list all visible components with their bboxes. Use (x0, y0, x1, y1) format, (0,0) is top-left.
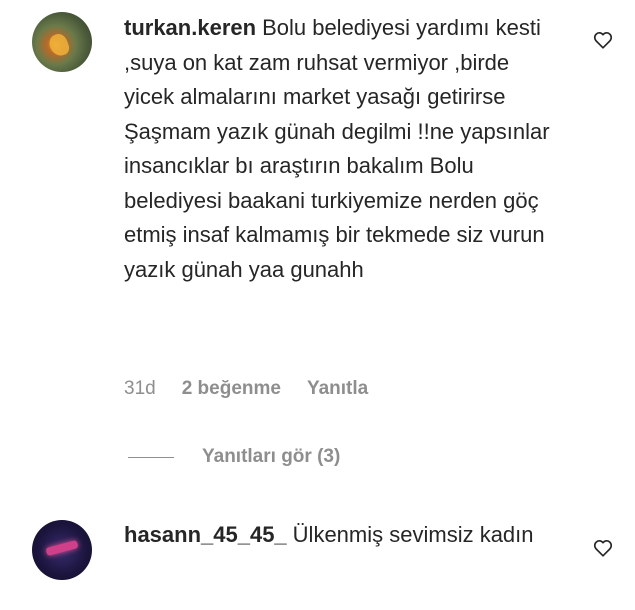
comment-text: Bolu belediyesi yardımı kesti ,suya on k… (124, 15, 550, 282)
comment-text: Ülkenmiş sevimsiz kadın (292, 522, 534, 547)
avatar-image (46, 31, 72, 59)
comment-body: hasann_45_45_ Ülkenmiş sevimsiz kadın (124, 518, 554, 553)
replies-divider (128, 456, 174, 458)
likes-count[interactable]: 2 beğenme (182, 378, 281, 400)
comment-age: 31d (124, 378, 156, 399)
comment-body: turkan.keren Bolu belediyesi yardımı kest… (124, 11, 554, 287)
avatar[interactable] (32, 520, 92, 580)
heart-outline-icon[interactable] (592, 537, 614, 559)
comment-username[interactable]: hasann_45_45_ (124, 522, 287, 547)
avatar[interactable] (32, 12, 92, 72)
avatar-image (45, 539, 79, 557)
reply-button[interactable]: Yanıtla (307, 378, 368, 400)
comment-username[interactable]: turkan.keren (124, 15, 256, 40)
heart-outline-icon[interactable] (592, 29, 614, 51)
comment-meta: 31d 2 beğenme Yanıtla (124, 378, 368, 400)
view-replies-button[interactable]: Yanıtları gör (3) (128, 446, 340, 468)
view-replies-label: Yanıtları gör (3) (202, 446, 341, 467)
